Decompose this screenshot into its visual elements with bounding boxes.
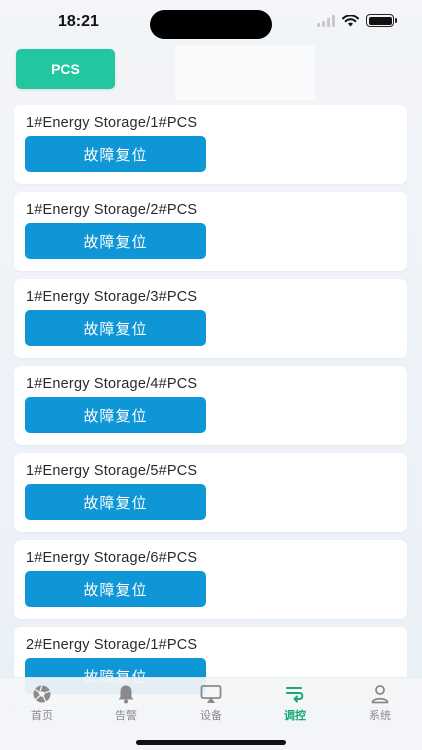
fault-reset-button[interactable]: 故障复位 <box>25 397 206 433</box>
monitor-icon <box>200 685 222 703</box>
fault-reset-button[interactable]: 故障复位 <box>25 223 206 259</box>
fault-reset-button[interactable]: 故障复位 <box>25 136 206 172</box>
cellular-signal-icon <box>317 14 335 27</box>
pcs-tab[interactable]: PCS <box>16 49 115 89</box>
pcs-card: 1#Energy Storage/6#PCS 故障复位 <box>14 540 407 619</box>
tab-alarm[interactable]: 告警 <box>84 684 168 724</box>
fault-reset-button[interactable]: 故障复位 <box>25 484 206 520</box>
bell-icon <box>118 685 134 704</box>
tab-system[interactable]: 系统 <box>338 684 422 724</box>
tab-home[interactable]: 首页 <box>0 684 84 724</box>
tab-label: 系统 <box>369 710 391 722</box>
pcs-card-title: 1#Energy Storage/2#PCS <box>26 202 198 218</box>
aperture-icon <box>33 685 51 703</box>
user-icon <box>371 685 389 704</box>
tab-device[interactable]: 设备 <box>169 684 253 724</box>
control-icon <box>286 687 304 703</box>
status-icons <box>317 14 397 27</box>
pcs-card: 1#Energy Storage/1#PCS 故障复位 <box>14 105 407 184</box>
pcs-card: 1#Energy Storage/2#PCS 故障复位 <box>14 192 407 271</box>
fault-reset-button[interactable]: 故障复位 <box>25 571 206 607</box>
pcs-card-title: 1#Energy Storage/3#PCS <box>26 289 198 305</box>
pcs-card-title: 1#Energy Storage/4#PCS <box>26 376 198 392</box>
tab-label: 告警 <box>115 710 137 722</box>
tab-control[interactable]: 调控 <box>253 684 337 724</box>
background-decoration <box>175 45 315 100</box>
pcs-card: 1#Energy Storage/5#PCS 故障复位 <box>14 453 407 532</box>
pcs-card-title: 1#Energy Storage/1#PCS <box>26 115 198 131</box>
fault-reset-button[interactable]: 故障复位 <box>25 310 206 346</box>
pcs-card-title: 1#Energy Storage/6#PCS <box>26 550 198 566</box>
battery-icon <box>366 14 397 27</box>
dynamic-island <box>150 10 272 39</box>
pcs-card: 1#Energy Storage/4#PCS 故障复位 <box>14 366 407 445</box>
tab-label: 调控 <box>284 710 306 722</box>
pcs-card: 1#Energy Storage/3#PCS 故障复位 <box>14 279 407 358</box>
status-time: 18:21 <box>58 13 99 30</box>
pcs-card-title: 2#Energy Storage/1#PCS <box>26 637 198 653</box>
tab-label: 设备 <box>200 710 222 722</box>
status-bar: 18:21 <box>0 0 422 46</box>
home-indicator[interactable] <box>136 740 286 745</box>
pcs-card-title: 1#Energy Storage/5#PCS <box>26 463 198 479</box>
wifi-icon <box>342 14 359 26</box>
tab-label: 首页 <box>31 710 53 722</box>
